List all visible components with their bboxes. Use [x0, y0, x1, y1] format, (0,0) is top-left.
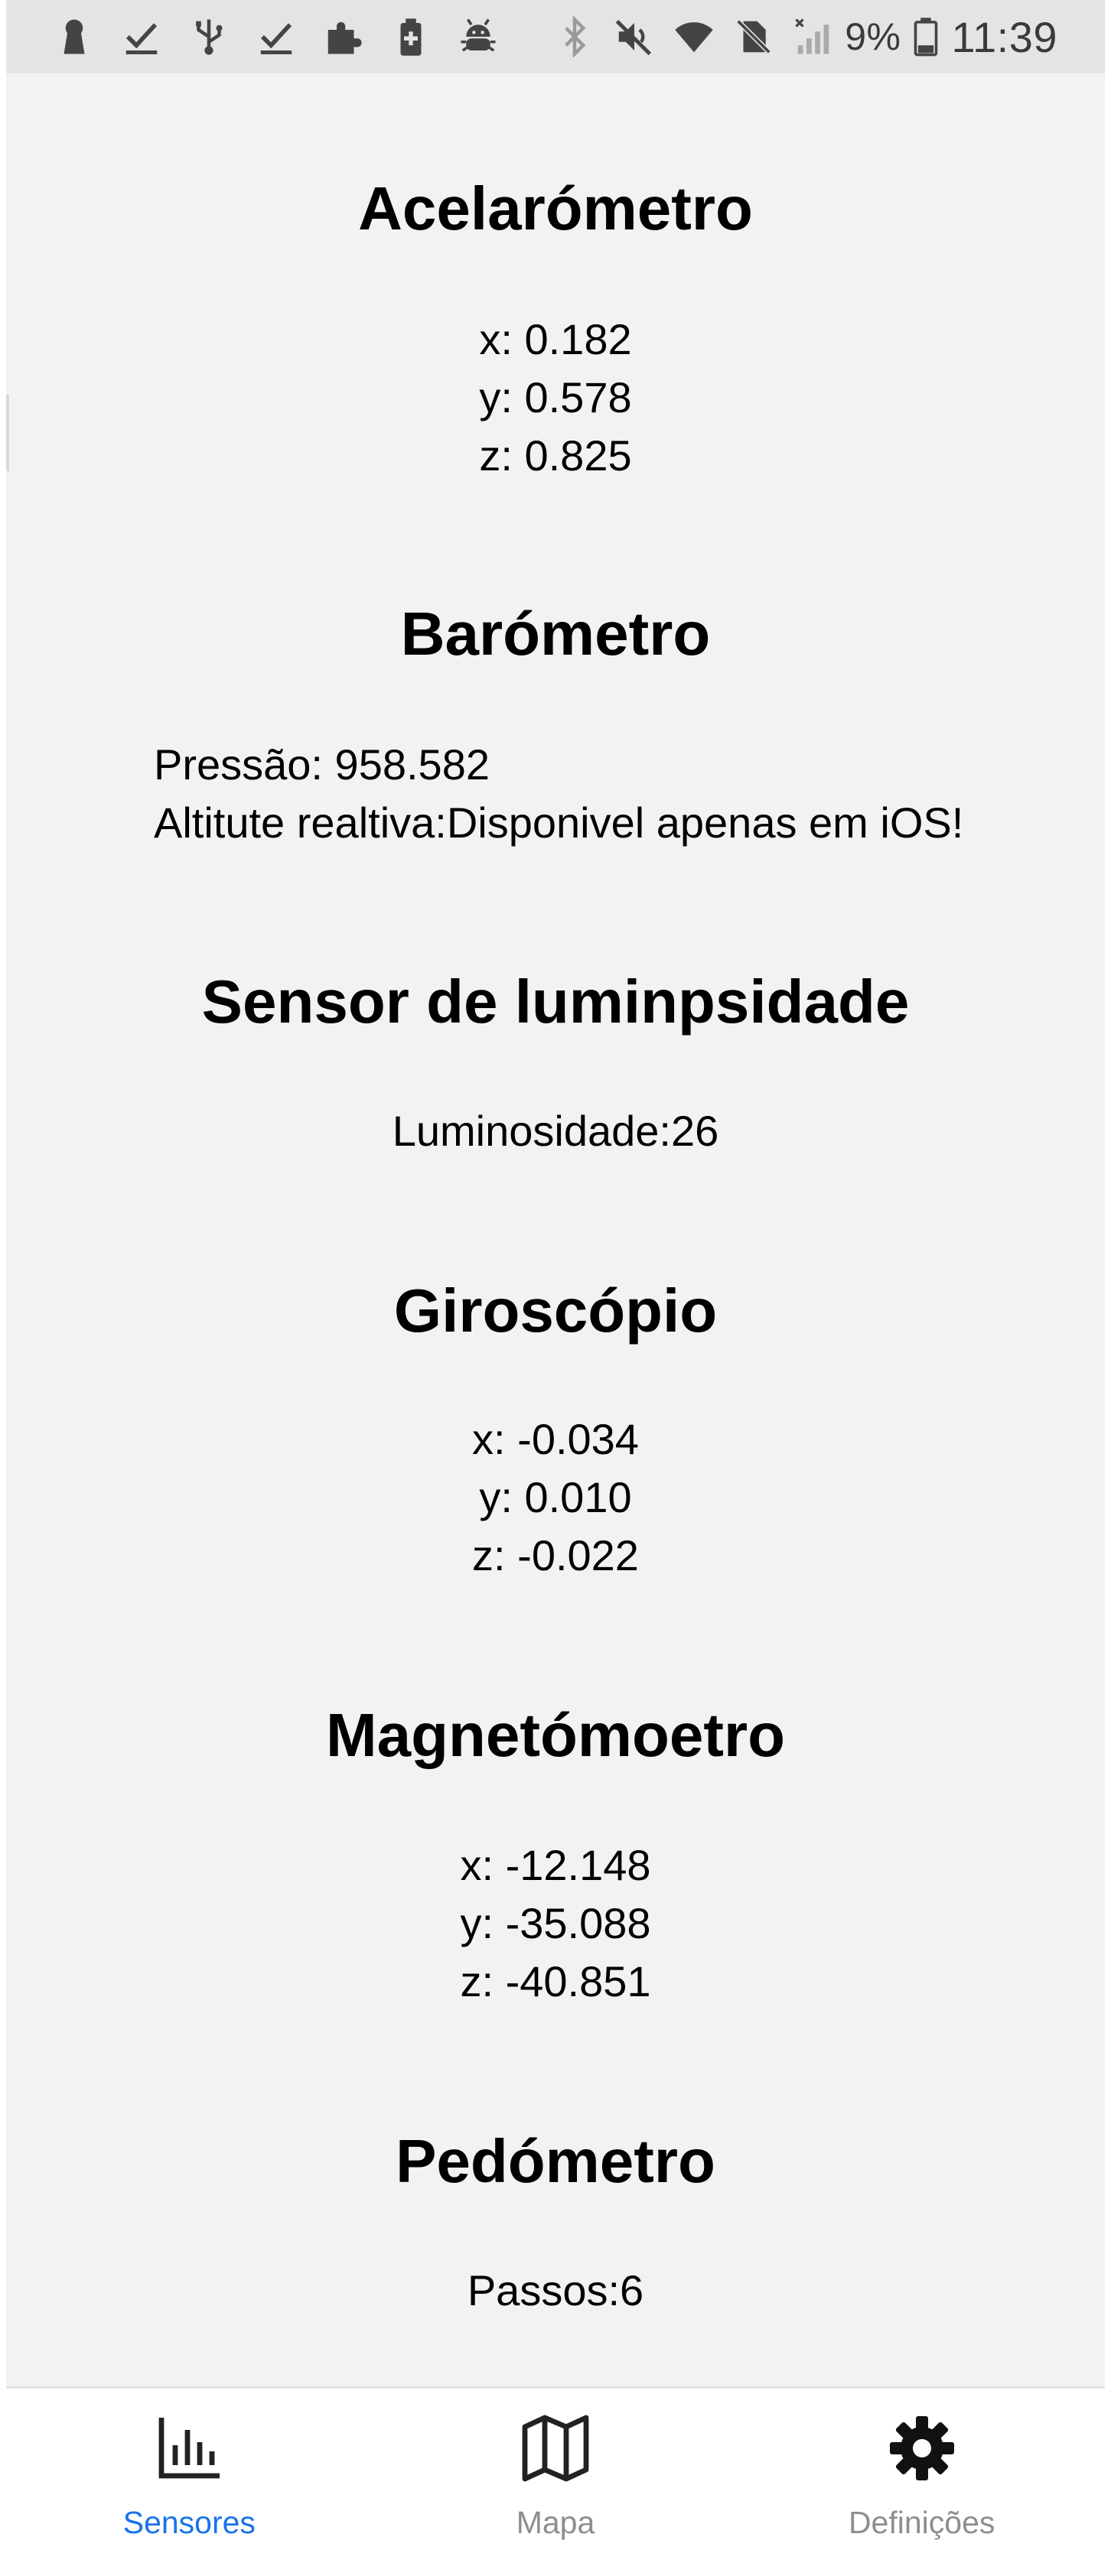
luminosity-value: Luminosidade:26	[392, 1107, 719, 1155]
tab-label-mapa: Mapa	[516, 2505, 595, 2540]
light-sensor-title: Sensor de luminpsidade	[201, 968, 910, 1036]
pedometer-title: Pedómetro	[396, 2127, 715, 2195]
magnetometer-x: x: -12.148	[460, 1841, 651, 1889]
mute-icon	[614, 16, 655, 57]
usb-icon	[188, 16, 230, 57]
check-icon	[121, 16, 162, 57]
gyroscope-title: Giroscópio	[393, 1277, 718, 1345]
battery-saver-icon	[390, 16, 432, 57]
signal-icon	[793, 16, 834, 57]
wifi-icon	[673, 16, 715, 57]
puzzle-icon	[323, 16, 364, 57]
status-bar: 9% 11:39	[6, 0, 1105, 73]
barometer-title: Barómetro	[400, 600, 711, 668]
barometer-altitude: Altitute realtiva:Disponivel apenas em i…	[154, 798, 964, 847]
magnetometer-title: Magnetómoetro	[326, 1701, 785, 1769]
tab-mapa[interactable]: Mapa	[373, 2389, 739, 2576]
keyhole-icon	[54, 16, 95, 57]
gyroscope-z: z: -0.022	[472, 1531, 639, 1579]
pedometer-values: Passos:6	[6, 2262, 1105, 2320]
gyroscope-y: y: 0.010	[479, 1473, 632, 1521]
magnetometer-z: z: -40.851	[460, 1957, 651, 2005]
pedometer-steps: Passos:6	[467, 2266, 644, 2314]
bluetooth-icon	[554, 16, 595, 57]
accelerometer-z: z: 0.825	[479, 431, 632, 480]
accelerometer-x: x: 0.182	[479, 315, 632, 363]
magnetometer-y: y: -35.088	[460, 1899, 651, 1947]
system-status: 9% 11:39	[536, 12, 1057, 62]
accelerometer-values: x: 0.182 y: 0.578 z: 0.825	[6, 311, 1105, 485]
gear-icon	[885, 2412, 959, 2485]
barometer-pressure: Pressão: 958.582	[154, 740, 490, 789]
battery-percent: 9%	[845, 15, 901, 58]
no-sim-icon	[733, 16, 774, 57]
tab-sensores[interactable]: Sensores	[6, 2389, 373, 2576]
notification-icons	[54, 16, 525, 57]
tab-label-definicoes: Definições	[848, 2505, 995, 2540]
barometer-values: Pressão: 958.582 Altitute realtiva:Dispo…	[6, 736, 1105, 852]
bar-chart-icon	[152, 2412, 226, 2485]
battery-low-icon	[911, 16, 941, 57]
gyroscope-values: x: -0.034 y: 0.010 z: -0.022	[6, 1410, 1105, 1585]
tab-definicoes[interactable]: Definições	[738, 2389, 1105, 2576]
accelerometer-y: y: 0.578	[479, 373, 632, 421]
light-sensor-values: Luminosidade:26	[6, 1102, 1105, 1160]
accelerometer-title: Acelarómetro	[358, 174, 753, 242]
magnetometer-values: x: -12.148 y: -35.088 z: -40.851	[6, 1836, 1105, 2011]
sensors-screen[interactable]: Acelarómetro x: 0.182 y: 0.578 z: 0.825 …	[6, 73, 1105, 2386]
tab-label-sensores: Sensores	[122, 2505, 256, 2540]
clock: 11:39	[951, 12, 1057, 61]
check-icon	[256, 16, 297, 57]
map-icon	[519, 2412, 592, 2485]
android-debug-icon	[458, 16, 499, 57]
gyroscope-x: x: -0.034	[472, 1415, 639, 1463]
bottom-tab-bar: Sensores Mapa Definições	[6, 2389, 1105, 2576]
